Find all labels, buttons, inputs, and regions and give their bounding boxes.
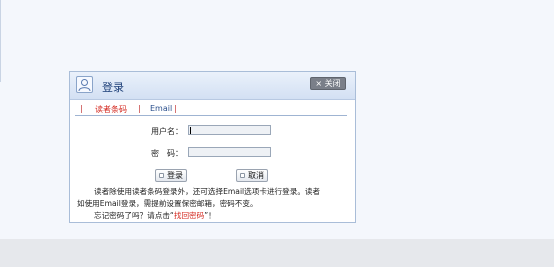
forgot-password-line: 忘记密码了吗？请点击“找回密码”！ [94, 210, 216, 221]
tab-reader-barcode[interactable]: 读者条码 [95, 104, 127, 115]
forgot-suffix: ”！ [204, 211, 216, 220]
login-button[interactable]: 登录 [155, 169, 187, 182]
tab-separator: | [138, 104, 141, 113]
forgot-prefix: 忘记密码了吗？请点击“ [94, 211, 174, 220]
button-icon [240, 173, 245, 178]
text-caret [190, 127, 191, 134]
button-icon [159, 173, 164, 178]
user-avatar-icon [76, 76, 93, 93]
tab-separator: | [174, 104, 177, 113]
dialog-title: 登录 [102, 81, 124, 94]
tabs-divider [75, 115, 347, 116]
page-footer-band [0, 239, 554, 267]
username-input[interactable] [188, 125, 271, 135]
password-input[interactable] [188, 147, 271, 157]
login-button-label: 登录 [167, 171, 183, 180]
help-text-line1: 读者除使用读者条码登录外，还可选择Email选项卡进行登录。读者 [94, 187, 321, 196]
page-left-rule [0, 0, 1, 82]
tab-email[interactable]: Email [150, 104, 172, 113]
tab-separator: | [80, 104, 83, 113]
dialog-header: 登录 × 关闭 [70, 72, 355, 100]
password-label: 密 码： [151, 149, 183, 158]
help-text-line2: 如使用Email登录，需提前设置保密邮箱，密码不变。 [77, 199, 258, 208]
login-dialog: 登录 × 关闭 | 读者条码 | Email | 用户名： 密 码： 登录 取消… [69, 71, 356, 223]
retrieve-password-link[interactable]: 找回密码 [174, 211, 204, 220]
cancel-button-label: 取消 [248, 171, 264, 180]
cancel-button[interactable]: 取消 [236, 169, 268, 182]
close-button[interactable]: × 关闭 [310, 77, 346, 90]
username-label: 用户名： [151, 127, 183, 136]
